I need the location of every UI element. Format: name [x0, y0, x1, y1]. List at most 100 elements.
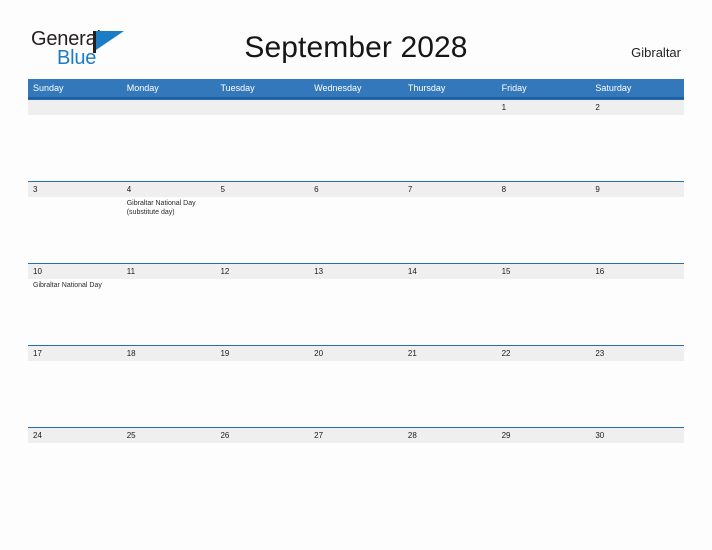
day-cell[interactable] — [215, 443, 309, 509]
calendar-week-row: 3 4 5 6 7 8 9 Gibraltar National Day (su… — [28, 181, 684, 263]
date-number[interactable] — [215, 100, 309, 115]
calendar-grid: Sunday Monday Tuesday Wednesday Thursday… — [28, 79, 684, 509]
day-cell[interactable] — [403, 443, 497, 509]
dow-wednesday: Wednesday — [314, 83, 362, 93]
day-cell[interactable] — [28, 443, 122, 509]
day-cell[interactable] — [309, 361, 403, 427]
day-cell[interactable] — [403, 361, 497, 427]
date-number[interactable]: 2 — [590, 100, 684, 115]
date-number[interactable]: 16 — [590, 264, 684, 279]
day-cell[interactable] — [497, 361, 591, 427]
week-event-strip: Gibraltar National Day — [28, 279, 684, 345]
date-number[interactable] — [122, 100, 216, 115]
week-event-strip — [28, 115, 684, 181]
day-cell[interactable] — [497, 197, 591, 263]
week-date-strip: 10 11 12 13 14 15 16 — [28, 263, 684, 279]
dow-sunday: Sunday — [33, 83, 64, 93]
date-number[interactable]: 14 — [403, 264, 497, 279]
day-cell[interactable] — [497, 115, 591, 181]
date-number[interactable]: 30 — [590, 428, 684, 443]
day-cell[interactable] — [497, 279, 591, 345]
day-of-week-header: Sunday Monday Tuesday Wednesday Thursday… — [28, 79, 684, 99]
day-cell[interactable] — [590, 197, 684, 263]
event-label: Gibraltar National Day (substitute day) — [126, 200, 196, 217]
date-number[interactable]: 20 — [309, 346, 403, 361]
day-cell[interactable] — [215, 361, 309, 427]
date-number[interactable]: 5 — [215, 182, 309, 197]
week-date-strip: 1 2 — [28, 99, 684, 115]
day-cell[interactable] — [403, 115, 497, 181]
day-cell[interactable] — [590, 115, 684, 181]
week-event-strip — [28, 361, 684, 427]
date-number[interactable] — [28, 100, 122, 115]
day-cell[interactable] — [122, 115, 216, 181]
calendar-week-row: 24 25 26 27 28 29 30 — [28, 427, 684, 509]
day-cell[interactable] — [215, 115, 309, 181]
date-number[interactable]: 22 — [497, 346, 591, 361]
day-cell[interactable] — [590, 361, 684, 427]
day-cell[interactable] — [309, 197, 403, 263]
day-cell[interactable] — [122, 361, 216, 427]
date-number[interactable]: 24 — [28, 428, 122, 443]
event-label: Gibraltar National Day — [33, 282, 102, 289]
date-number[interactable]: 1 — [497, 100, 591, 115]
date-number[interactable]: 12 — [215, 264, 309, 279]
dow-monday: Monday — [126, 83, 159, 93]
day-cell[interactable] — [309, 443, 403, 509]
day-cell[interactable] — [590, 279, 684, 345]
date-number[interactable]: 26 — [215, 428, 309, 443]
calendar-page: General Blue September 2028 Gibraltar Su… — [0, 0, 712, 550]
page-title: September 2028 — [244, 31, 468, 64]
day-cell[interactable] — [403, 279, 497, 345]
dow-saturday: Saturday — [595, 83, 632, 93]
date-number[interactable]: 4 — [122, 182, 216, 197]
dow-thursday: Thursday — [407, 83, 446, 93]
day-cell[interactable] — [590, 443, 684, 509]
dow-friday: Friday — [501, 83, 527, 93]
date-number[interactable]: 23 — [590, 346, 684, 361]
day-cell[interactable]: Gibraltar National Day (substitute day) — [122, 197, 216, 263]
dow-tuesday: Tuesday — [220, 83, 255, 93]
date-number[interactable]: 17 — [28, 346, 122, 361]
week-event-strip — [28, 443, 684, 509]
day-cell[interactable] — [403, 197, 497, 263]
date-number[interactable]: 10 — [28, 264, 122, 279]
week-event-strip: Gibraltar National Day (substitute day) — [28, 197, 684, 263]
date-number[interactable]: 29 — [497, 428, 591, 443]
date-number[interactable]: 19 — [215, 346, 309, 361]
date-number[interactable]: 7 — [403, 182, 497, 197]
day-cell[interactable] — [215, 279, 309, 345]
day-cell[interactable] — [215, 197, 309, 263]
date-number[interactable] — [403, 100, 497, 115]
date-number[interactable]: 15 — [497, 264, 591, 279]
date-number[interactable]: 11 — [122, 264, 216, 279]
date-number[interactable] — [309, 100, 403, 115]
day-cell[interactable] — [28, 197, 122, 263]
calendar-week-row: 10 11 12 13 14 15 16 Gibraltar National … — [28, 263, 684, 345]
day-cell[interactable] — [497, 443, 591, 509]
day-cell[interactable]: Gibraltar National Day — [28, 279, 122, 345]
calendar-week-row: 17 18 19 20 21 22 23 — [28, 345, 684, 427]
date-number[interactable]: 18 — [122, 346, 216, 361]
day-cell[interactable] — [309, 279, 403, 345]
week-date-strip: 3 4 5 6 7 8 9 — [28, 181, 684, 197]
date-number[interactable]: 25 — [122, 428, 216, 443]
day-cell[interactable] — [28, 361, 122, 427]
date-number[interactable]: 28 — [403, 428, 497, 443]
date-number[interactable]: 9 — [590, 182, 684, 197]
day-cell[interactable] — [309, 115, 403, 181]
page-header: General Blue September 2028 Gibraltar — [0, 0, 712, 78]
day-cell[interactable] — [122, 443, 216, 509]
date-number[interactable]: 3 — [28, 182, 122, 197]
week-date-strip: 17 18 19 20 21 22 23 — [28, 345, 684, 361]
date-number[interactable]: 27 — [309, 428, 403, 443]
locale-label: Gibraltar — [631, 45, 681, 60]
date-number[interactable]: 13 — [309, 264, 403, 279]
date-number[interactable]: 21 — [403, 346, 497, 361]
day-cell[interactable] — [28, 115, 122, 181]
week-date-strip: 24 25 26 27 28 29 30 — [28, 427, 684, 443]
date-number[interactable]: 6 — [309, 182, 403, 197]
date-number[interactable]: 8 — [497, 182, 591, 197]
day-cell[interactable] — [122, 279, 216, 345]
calendar-week-row: 1 2 — [28, 99, 684, 181]
